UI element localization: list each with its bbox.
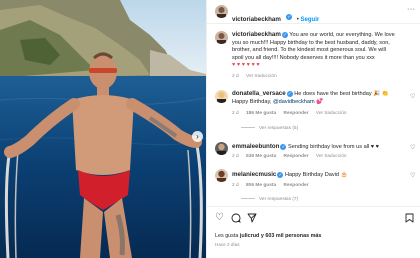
post-date[interactable]: Hace 2 días (215, 242, 240, 247)
comment-verified-icon: ✓ (286, 90, 293, 97)
verified-badge-icon: ✓ (286, 13, 293, 20)
replies-line (241, 127, 255, 129)
comment-line-2-prefix: Happy Birthday, (232, 98, 273, 105)
comment-reply-button[interactable]: Responder (284, 154, 309, 159)
comment-meta: 2 d 186 Me gusta Responder Ver traducció… (232, 111, 353, 116)
author-username[interactable]: victoriabeckham (232, 16, 281, 23)
likes-suffix: y 603 mil personas más (259, 233, 322, 239)
caption-line-4: spoil you all day!!!! Nobody deserves it… (232, 54, 375, 61)
caption-see-translation[interactable]: Ver traducción (246, 74, 277, 79)
post-photo: › (0, 0, 206, 258)
see-replies-button[interactable]: Ver respuestas (7) (241, 197, 298, 202)
comment-verified-icon: ✓ (280, 143, 287, 150)
beach-photo-illustration (0, 0, 206, 258)
comment-avatar[interactable] (215, 169, 228, 182)
comment-like-heart-icon[interactable]: ♡ (410, 172, 415, 179)
header-user-line: victoriabeckham ✓ • Seguir (232, 8, 319, 26)
post-actions: ♡ Les gusta julicrud y 603 mil personas … (207, 206, 420, 258)
see-replies-label: Ver respuestas (5) (259, 126, 299, 131)
comment-username[interactable]: emmaleebunton (232, 143, 279, 150)
next-photo-arrow-icon[interactable]: › (192, 131, 203, 142)
comment-reply-button[interactable]: Responder (284, 111, 309, 116)
comment-line-1: Happy Birthday David 🎂 (284, 172, 348, 178)
comment-text: donatella_versace ✓ He does have the best… (232, 90, 402, 106)
see-replies-label: Ver respuestas (7) (259, 197, 299, 202)
caption-line-3: brother, and friend. To the kindest most… (232, 47, 387, 53)
comment-see-translation[interactable]: Ver traducción (316, 111, 347, 116)
caption: victoriabeckham ✓ You are our world, our … (232, 31, 418, 70)
replies-line (241, 198, 255, 200)
comment-likes[interactable]: 186 Me gusta (246, 111, 276, 116)
comment-like-heart-icon[interactable]: ♡ (410, 144, 415, 151)
author-avatar[interactable] (215, 5, 228, 18)
caption-verified-icon: ✓ (281, 31, 288, 38)
comment-avatar[interactable] (215, 142, 228, 155)
comment-meta: 2 d 806 Me gusta Responder (232, 183, 315, 188)
comment-line-1: Sending birthday love from us all ♥ ♥ (288, 144, 379, 150)
comment-mention-link[interactable]: @davidbeckham (273, 99, 315, 105)
comment-time: 2 d (232, 154, 239, 159)
comment-username[interactable]: melaniecmusic (232, 171, 276, 178)
see-replies-button[interactable]: Ver respuestas (5) (241, 126, 298, 131)
comment-time: 2 d (232, 111, 239, 116)
like-heart-icon[interactable]: ♡ (215, 213, 224, 223)
comment-avatar[interactable] (215, 90, 228, 103)
caption-line-1: You are our world, our everything. We lo… (289, 32, 395, 38)
caption-hearts: ♥ ♥ ♥ ♥ ♥ ♥ (232, 62, 260, 68)
comment-line-2-suffix: 💕 (314, 98, 324, 105)
likes-prefix: Les gusta (215, 233, 240, 239)
comment-see-translation[interactable]: Ver traducción (316, 154, 347, 159)
comment-likes[interactable]: 538 Me gusta (246, 154, 276, 159)
post-header: victoriabeckham ✓ • Seguir ··· (207, 0, 420, 24)
caption-username[interactable]: victoriabeckham (232, 31, 281, 38)
caption-meta: 2 d Ver traducción (232, 74, 283, 79)
comment-time: 2 d (232, 183, 239, 188)
comment-likes[interactable]: 806 Me gusta (246, 183, 276, 188)
comment-text: emmaleebunton ✓ Sending birthday love fro… (232, 143, 408, 152)
comment-line-1: He does have the best birthday 🎉 👏 (294, 91, 389, 97)
caption-line-2: you so much!!! Happy birthday to the bes… (232, 39, 390, 46)
likes-user[interactable]: julicrud (240, 233, 259, 239)
comment-reply-button[interactable]: Responder (284, 183, 309, 188)
follow-button[interactable]: Seguir (301, 17, 320, 23)
comment-verified-icon: ✓ (277, 171, 284, 178)
caption-time: 2 d (232, 74, 239, 79)
post-details-panel: victoriabeckham ✓ • Seguir ··· victoriab… (206, 0, 420, 258)
more-options-icon[interactable]: ··· (407, 6, 416, 13)
comment-meta: 2 d 538 Me gusta Responder Ver traducció… (232, 154, 353, 159)
caption-author-avatar[interactable] (215, 31, 228, 44)
comment-username[interactable]: donatella_versace (232, 90, 286, 97)
share-icon[interactable] (247, 213, 257, 226)
comment-text: melaniecmusic ✓ Happy Birthday David 🎂 (232, 171, 408, 180)
likes-summary[interactable]: Les gusta julicrud y 603 mil personas má… (215, 233, 321, 239)
comment-icon[interactable] (231, 213, 241, 226)
save-bookmark-icon[interactable] (405, 213, 414, 226)
comment-like-heart-icon[interactable]: ♡ (410, 93, 415, 100)
